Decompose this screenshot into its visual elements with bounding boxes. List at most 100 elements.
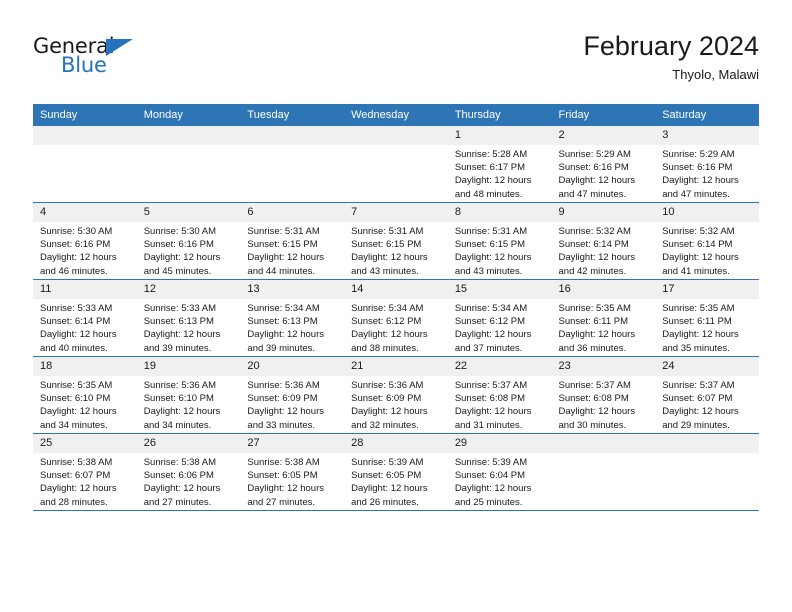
day-number: 13 <box>240 280 345 299</box>
calendar-day-cell[interactable]: 26 Sunrise: 5:38 AM Sunset: 6:06 PM Dayligh… <box>136 433 241 511</box>
calendar-day-cell[interactable]: 3 Sunrise: 5:29 AM Sunset: 6:16 PM Daylight… <box>655 126 759 203</box>
day-details: Sunrise: 5:38 AM Sunset: 6:07 PM Daylight:… <box>33 453 137 509</box>
day-details: Sunrise: 5:36 AM Sunset: 6:09 PM Daylight:… <box>240 376 344 432</box>
title-block: February 2024 Thyolo, Malawi <box>583 30 759 84</box>
day-number <box>136 126 241 145</box>
weekday-header-monday: Monday <box>136 104 241 126</box>
day-detail-line: and 47 minutes. <box>558 188 627 200</box>
calendar-day-cell[interactable]: 10 Sunrise: 5:32 AM Sunset: 6:14 PM Dayligh… <box>655 202 759 280</box>
day-detail-line: Sunset: 6:16 PM <box>558 162 629 174</box>
calendar-day-cell[interactable]: 4 Sunrise: 5:30 AM Sunset: 6:16 PM Daylight… <box>33 202 137 280</box>
calendar-day-cell[interactable]: 27 Sunrise: 5:38 AM Sunset: 6:05 PM Dayligh… <box>240 433 345 511</box>
day-detail-line: Sunrise: 5:31 AM <box>247 226 320 237</box>
calendar-body: 1 Sunrise: 5:28 AM Sunset: 6:17 PM Daylight… <box>33 126 759 511</box>
calendar-day-cell[interactable]: 5 Sunrise: 5:30 AM Sunset: 6:16 PM Daylight… <box>136 202 241 280</box>
day-details <box>33 145 137 148</box>
day-detail-line: Sunrise: 5:30 AM <box>40 226 113 237</box>
calendar-day-cell[interactable]: 11 Sunrise: 5:33 AM Sunset: 6:14 PM Dayligh… <box>33 279 137 357</box>
calendar-day-cell[interactable]: 19 Sunrise: 5:36 AM Sunset: 6:10 PM Dayligh… <box>136 356 241 434</box>
day-number: 20 <box>240 357 345 376</box>
calendar-day-cell[interactable]: 23 Sunrise: 5:37 AM Sunset: 6:08 PM Dayligh… <box>551 356 656 434</box>
day-number: 4 <box>33 203 137 222</box>
calendar-day-cell[interactable]: 15 Sunrise: 5:34 AM Sunset: 6:12 PM Dayligh… <box>447 279 552 357</box>
day-detail-line: Sunrise: 5:35 AM <box>662 303 735 314</box>
day-details: Sunrise: 5:31 AM Sunset: 6:15 PM Daylight:… <box>344 222 448 278</box>
day-detail-line: Sunrise: 5:36 AM <box>247 380 320 391</box>
day-detail-line: and 43 minutes. <box>351 265 419 277</box>
calendar-day-cell[interactable]: 28 Sunrise: 5:39 AM Sunset: 6:05 PM Dayligh… <box>344 433 448 511</box>
day-detail-line: Sunset: 6:10 PM <box>40 393 111 405</box>
day-detail-line: Sunrise: 5:32 AM <box>662 226 735 237</box>
general-blue-logo[interactable]: General Blue <box>33 34 163 86</box>
calendar-cell-empty <box>33 126 137 203</box>
weekday-header-sunday: Sunday <box>33 104 137 126</box>
day-detail-line: Sunset: 6:05 PM <box>247 470 318 482</box>
day-details <box>137 145 241 148</box>
day-detail-line: and 42 minutes. <box>558 265 627 277</box>
calendar-day-cell[interactable]: 6 Sunrise: 5:31 AM Sunset: 6:15 PM Daylight… <box>240 202 345 280</box>
day-detail-line: Daylight: 12 hours <box>662 329 739 341</box>
weekday-header-wednesday: Wednesday <box>344 104 448 126</box>
day-detail-line: Sunrise: 5:38 AM <box>247 457 320 468</box>
day-detail-line: Sunset: 6:08 PM <box>454 393 526 405</box>
day-details: Sunrise: 5:38 AM Sunset: 6:05 PM Daylight:… <box>240 453 344 509</box>
day-number: 23 <box>551 357 656 376</box>
day-details: Sunrise: 5:36 AM Sunset: 6:09 PM Daylight:… <box>344 376 448 432</box>
day-details: Sunrise: 5:37 AM Sunset: 6:07 PM Daylight:… <box>655 376 759 432</box>
calendar-cell-empty <box>240 126 345 203</box>
day-detail-line: and 46 minutes. <box>40 265 108 277</box>
day-detail-line: Sunrise: 5:33 AM <box>40 303 113 314</box>
triangle-icon <box>106 39 133 56</box>
day-detail-line: Sunrise: 5:29 AM <box>662 149 735 160</box>
day-detail-line: and 33 minutes. <box>247 419 316 431</box>
calendar-day-cell[interactable]: 24 Sunrise: 5:37 AM Sunset: 6:07 PM Dayligh… <box>655 356 759 434</box>
day-detail-line: and 39 minutes. <box>247 342 316 354</box>
day-detail-line: Sunset: 6:11 PM <box>662 316 732 328</box>
calendar-day-cell[interactable]: 14 Sunrise: 5:34 AM Sunset: 6:12 PM Dayligh… <box>344 279 448 357</box>
day-details: Sunrise: 5:36 AM Sunset: 6:10 PM Daylight:… <box>137 376 241 432</box>
day-number: 26 <box>136 434 241 453</box>
day-number: 14 <box>344 280 448 299</box>
calendar-day-cell[interactable]: 2 Sunrise: 5:29 AM Sunset: 6:16 PM Daylight… <box>551 126 656 203</box>
day-detail-line: Sunrise: 5:39 AM <box>454 457 528 468</box>
day-detail-line: and 25 minutes. <box>454 496 523 508</box>
calendar-day-cell[interactable]: 25 Sunrise: 5:38 AM Sunset: 6:07 PM Dayligh… <box>33 433 137 511</box>
calendar-day-cell[interactable]: 8 Sunrise: 5:31 AM Sunset: 6:15 PM Daylight… <box>447 202 552 280</box>
day-detail-line: Sunset: 6:07 PM <box>40 470 111 482</box>
calendar-day-cell[interactable]: 18 Sunrise: 5:35 AM Sunset: 6:10 PM Dayligh… <box>33 356 137 434</box>
calendar-cell-empty <box>344 126 448 203</box>
calendar-day-cell[interactable]: 17 Sunrise: 5:35 AM Sunset: 6:11 PM Dayligh… <box>655 279 759 357</box>
day-detail-line: Sunset: 6:10 PM <box>143 393 214 405</box>
calendar-day-cell[interactable]: 9 Sunrise: 5:32 AM Sunset: 6:14 PM Daylight… <box>551 202 656 280</box>
day-details: Sunrise: 5:29 AM Sunset: 6:16 PM Daylight:… <box>655 145 759 201</box>
calendar-day-cell[interactable]: 16 Sunrise: 5:35 AM Sunset: 6:11 PM Dayligh… <box>551 279 656 357</box>
day-detail-line: Daylight: 12 hours <box>351 252 428 264</box>
calendar-day-cell[interactable]: 21 Sunrise: 5:36 AM Sunset: 6:09 PM Dayligh… <box>344 356 448 434</box>
day-number: 18 <box>33 357 137 376</box>
day-number: 28 <box>344 434 448 453</box>
day-details <box>655 453 759 456</box>
calendar-day-cell[interactable]: 1 Sunrise: 5:28 AM Sunset: 6:17 PM Daylight… <box>447 126 552 203</box>
day-details: Sunrise: 5:32 AM Sunset: 6:14 PM Daylight:… <box>655 222 759 278</box>
calendar-day-cell[interactable]: 13 Sunrise: 5:34 AM Sunset: 6:13 PM Dayligh… <box>240 279 345 357</box>
weekday-header-friday: Friday <box>551 104 656 126</box>
day-details: Sunrise: 5:30 AM Sunset: 6:16 PM Daylight:… <box>33 222 137 278</box>
calendar-day-cell[interactable]: 12 Sunrise: 5:33 AM Sunset: 6:13 PM Dayligh… <box>136 279 241 357</box>
calendar-day-cell[interactable]: 20 Sunrise: 5:36 AM Sunset: 6:09 PM Dayligh… <box>240 356 345 434</box>
day-detail-line: Daylight: 12 hours <box>143 406 221 418</box>
day-number: 3 <box>655 126 759 145</box>
day-detail-line: Sunset: 6:12 PM <box>454 316 526 328</box>
day-details: Sunrise: 5:30 AM Sunset: 6:16 PM Daylight:… <box>137 222 241 278</box>
calendar-day-cell[interactable]: 29 Sunrise: 5:39 AM Sunset: 6:04 PM Dayligh… <box>447 433 552 511</box>
day-detail-line: Sunrise: 5:29 AM <box>558 149 631 160</box>
day-details: Sunrise: 5:35 AM Sunset: 6:11 PM Daylight:… <box>552 299 656 355</box>
day-number <box>33 126 137 145</box>
day-detail-line: Daylight: 12 hours <box>40 483 117 495</box>
day-detail-line: Sunset: 6:08 PM <box>558 393 629 405</box>
calendar-day-cell[interactable]: 22 Sunrise: 5:37 AM Sunset: 6:08 PM Dayligh… <box>447 356 552 434</box>
calendar-week-row: 25 Sunrise: 5:38 AM Sunset: 6:07 PM Dayligh… <box>33 433 759 511</box>
calendar-day-cell[interactable]: 7 Sunrise: 5:31 AM Sunset: 6:15 PM Daylight… <box>344 202 448 280</box>
day-detail-line: Sunrise: 5:38 AM <box>40 457 113 468</box>
day-details: Sunrise: 5:29 AM Sunset: 6:16 PM Daylight:… <box>552 145 656 201</box>
day-detail-line: Daylight: 12 hours <box>454 252 532 264</box>
